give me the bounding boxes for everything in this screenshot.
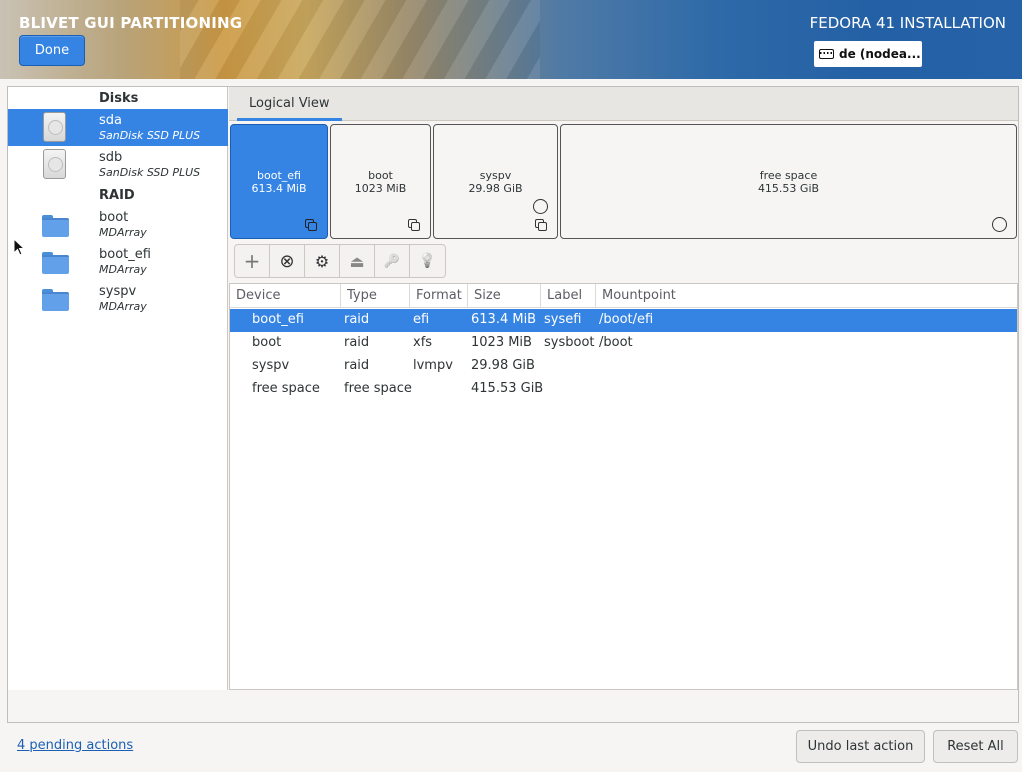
cell-format: efi [413, 312, 430, 327]
block-name: free space [759, 169, 818, 182]
device-toolbar: + ⊗ ⚙ ⏏ 🔑 💡 [234, 244, 446, 278]
sidebar-item-sublabel: MDArray [99, 226, 147, 239]
cell-size: 29.98 GiB [471, 358, 535, 373]
expand-circle-icon[interactable] [533, 199, 548, 214]
table-row[interactable]: boot raid xfs 1023 MiB sysboot /boot [230, 332, 1017, 355]
cell-type: raid [344, 312, 370, 327]
sidebar-item-sublabel: SanDisk SSD PLUS [99, 129, 201, 142]
installation-title: FEDORA 41 INSTALLATION [809, 14, 1006, 32]
mouse-pointer-icon [13, 238, 25, 256]
edit-device-button[interactable]: ⚙ [305, 245, 340, 277]
harddisk-icon [43, 149, 66, 179]
table-row[interactable]: free space free space 415.53 GiB [230, 378, 1017, 401]
sidebar-item-sublabel: MDArray [99, 263, 147, 276]
cell-label: sysefi [544, 312, 582, 327]
block-boot-efi[interactable]: boot_efi 613.4 MiB [230, 124, 328, 239]
cell-device: free space [252, 381, 320, 396]
add-device-button[interactable]: + [235, 245, 270, 277]
folder-icon [42, 289, 69, 311]
sidebar-item-syspv[interactable]: syspv MDArray [8, 280, 228, 317]
sidebar-item-sublabel: MDArray [99, 300, 147, 313]
folder-icon [42, 252, 69, 274]
delete-icon: ⊗ [279, 250, 295, 272]
sidebar-item-label: boot [99, 210, 129, 225]
keyboard-icon [819, 49, 834, 59]
harddisk-icon [43, 112, 66, 142]
block-size: 29.98 GiB [468, 182, 523, 195]
cell-type: raid [344, 358, 370, 373]
cell-label: sysboot [544, 335, 595, 350]
keyboard-layout-indicator[interactable]: de (nodea... [814, 41, 922, 67]
keyboard-layout-label: de (nodea... [839, 47, 921, 61]
header-bar: BLIVET GUI PARTITIONING Done FEDORA 41 I… [0, 0, 1022, 79]
device-sidebar: Disks sda SanDisk SSD PLUS sdb SanDisk S… [8, 87, 228, 690]
cell-device: boot_efi [252, 312, 304, 327]
reset-all-button[interactable]: Reset All [933, 730, 1018, 763]
block-size: 613.4 MiB [251, 182, 307, 195]
column-header-mountpoint[interactable]: Mountpoint [596, 284, 1017, 308]
cell-size: 415.53 GiB [471, 381, 544, 396]
block-boot[interactable]: boot 1023 MiB [330, 124, 431, 239]
sidebar-item-label: sda [99, 113, 122, 128]
sidebar-item-boot-efi[interactable]: boot_efi MDArray [8, 243, 228, 280]
decrypt-button[interactable]: 🔑 [375, 245, 410, 277]
view-tabbar: Logical View [229, 87, 1018, 121]
expand-circle-icon[interactable] [992, 217, 1007, 232]
delete-device-button[interactable]: ⊗ [270, 245, 305, 277]
pending-actions-link[interactable]: 4 pending actions [17, 738, 133, 753]
cell-size: 1023 MiB [471, 335, 532, 350]
undo-last-action-button[interactable]: Undo last action [796, 730, 925, 763]
key-icon: 🔑 [383, 253, 401, 269]
cell-device: syspv [252, 358, 290, 373]
done-button[interactable]: Done [19, 35, 85, 66]
column-header-device[interactable]: Device [230, 284, 341, 308]
device-table: Device Type Format Size Label Mountpoint… [229, 283, 1018, 690]
column-header-size[interactable]: Size [468, 284, 541, 308]
column-header-label[interactable]: Label [541, 284, 596, 308]
sidebar-item-sublabel: SanDisk SSD PLUS [99, 166, 201, 179]
table-header: Device Type Format Size Label Mountpoint [230, 284, 1017, 308]
raid-section-title: RAID [99, 188, 135, 203]
sidebar-item-sda[interactable]: sda SanDisk SSD PLUS [8, 109, 228, 146]
cell-mountpoint: /boot/efi [599, 312, 654, 327]
raid-stack-icon [305, 219, 318, 232]
gear-icon: ⚙ [314, 251, 330, 271]
disks-section-title: Disks [99, 91, 139, 106]
folder-icon [42, 215, 69, 237]
block-name: syspv [479, 169, 512, 182]
column-header-format[interactable]: Format [410, 284, 468, 308]
cell-type: raid [344, 335, 370, 350]
sidebar-item-boot[interactable]: boot MDArray [8, 206, 228, 243]
cell-type: free space [344, 381, 412, 396]
device-info-button[interactable]: 💡 [410, 245, 445, 277]
sidebar-item-label: syspv [99, 284, 137, 299]
block-free-space[interactable]: free space 415.53 GiB [560, 124, 1017, 239]
raid-stack-icon [535, 219, 548, 232]
sidebar-item-sdb[interactable]: sdb SanDisk SSD PLUS [8, 146, 228, 183]
block-size: 1023 MiB [354, 182, 407, 195]
cell-device: boot [252, 335, 282, 350]
block-name: boot [368, 169, 393, 182]
block-name: boot_efi [257, 169, 301, 182]
sidebar-item-label: sdb [99, 150, 123, 165]
cell-mountpoint: /boot [599, 335, 633, 350]
tab-logical-view[interactable]: Logical View [237, 87, 342, 121]
plus-icon: + [243, 249, 261, 273]
table-row[interactable]: syspv raid lvmpv 29.98 GiB [230, 355, 1017, 378]
spoke-title: BLIVET GUI PARTITIONING [19, 14, 243, 32]
cell-format: xfs [413, 335, 433, 350]
lightbulb-icon: 💡 [418, 253, 437, 269]
sidebar-item-label: boot_efi [99, 247, 151, 262]
table-row[interactable]: boot_efi raid efi 613.4 MiB sysefi /boot… [230, 309, 1017, 332]
block-syspv[interactable]: syspv 29.98 GiB [433, 124, 558, 239]
column-header-type[interactable]: Type [341, 284, 410, 308]
logical-view-blocks: boot_efi 613.4 MiB boot 1023 MiB syspv 2… [229, 122, 1018, 240]
unmount-button[interactable]: ⏏ [340, 245, 375, 277]
eject-icon: ⏏ [349, 251, 365, 271]
cell-format: lvmpv [413, 358, 453, 373]
raid-stack-icon [408, 219, 421, 232]
cell-size: 613.4 MiB [471, 312, 537, 327]
block-size: 415.53 GiB [757, 182, 820, 195]
